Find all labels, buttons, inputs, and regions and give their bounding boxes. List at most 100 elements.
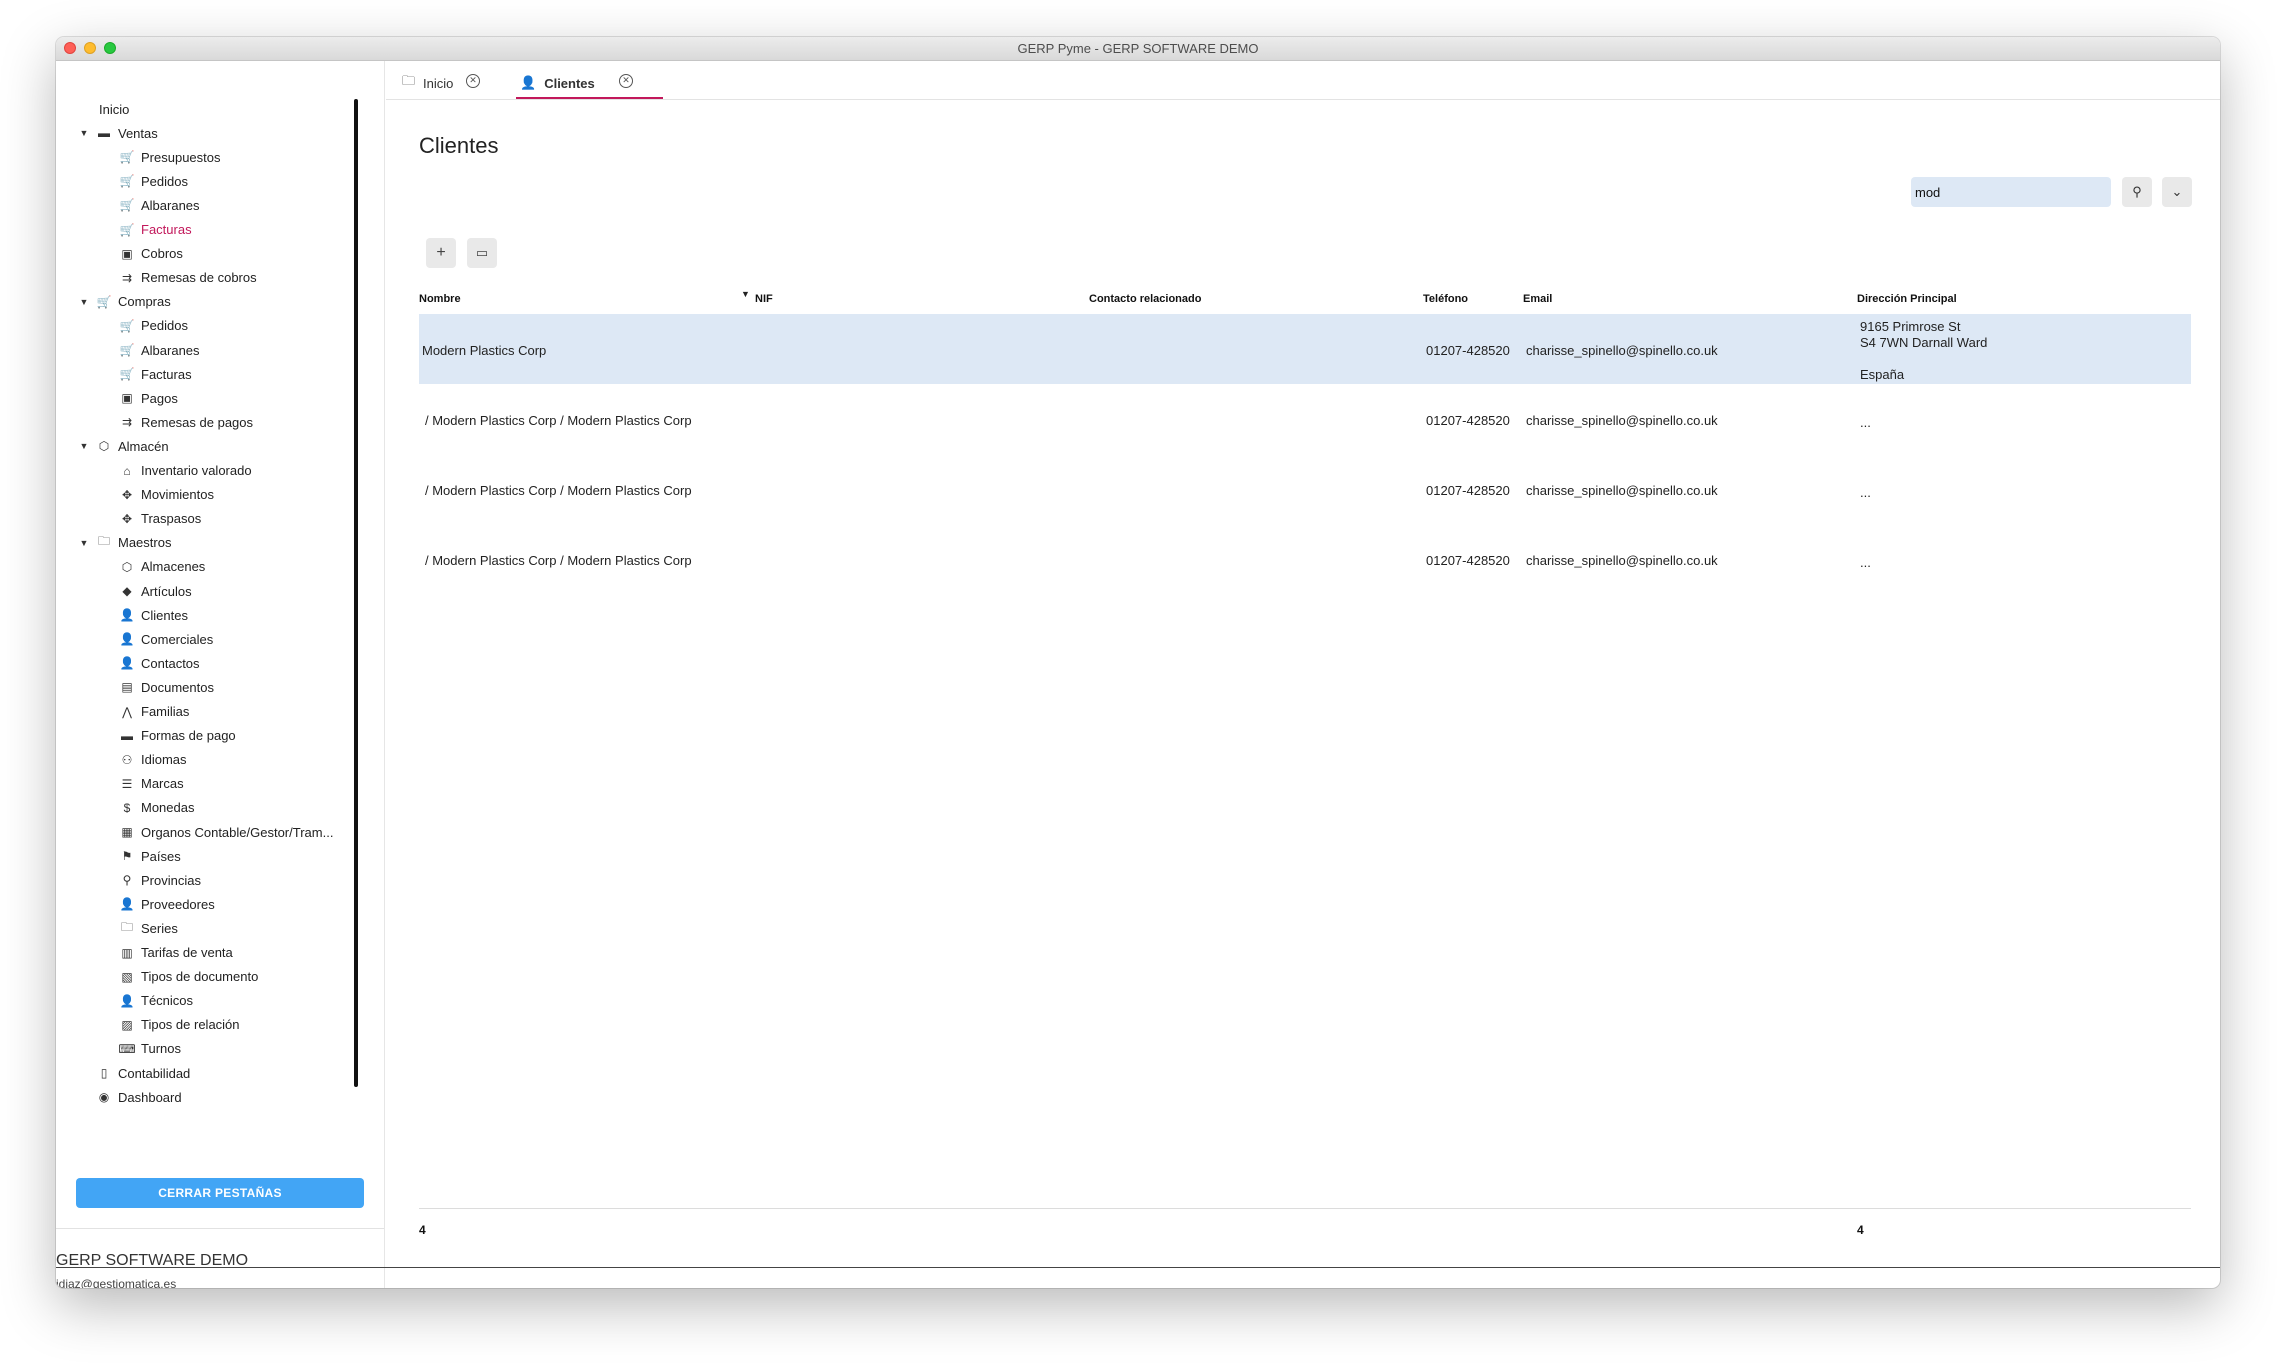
sidebar-item[interactable]: ✥ Traspasos: [119, 507, 201, 531]
sidebar-item[interactable]: 👤 Clientes: [119, 603, 188, 627]
chevron-down-icon[interactable]: ▼: [78, 441, 90, 451]
add-button[interactable]: +: [426, 238, 456, 268]
column-header-email[interactable]: Email: [1523, 293, 1552, 305]
plus-icon: +: [436, 244, 446, 261]
column-header-nif[interactable]: NIF: [755, 293, 773, 305]
person-icon: 👤: [119, 608, 135, 623]
sidebar-item[interactable]: 🛒 Facturas: [119, 218, 192, 242]
sidebar-item[interactable]: 🗀 Series: [119, 916, 178, 940]
cell-nombre: Modern Plastics Corp: [422, 343, 547, 358]
keyboard-icon: ⌨: [118, 1041, 136, 1056]
column-header-nombre[interactable]: Nombre: [419, 293, 461, 305]
sidebar-item[interactable]: ▦ Organos Contable/Gestor/Tram...: [119, 820, 333, 844]
sidebar-item[interactable]: ▥ Tarifas de venta: [119, 941, 233, 965]
sidebar-item[interactable]: ✥ Movimientos: [119, 483, 214, 507]
sidebar-item[interactable]: ☰ Marcas: [119, 772, 184, 796]
sidebar-item[interactable]: 👤 Proveedores: [119, 892, 215, 916]
chevron-down-icon[interactable]: ▼: [78, 128, 90, 138]
money-icon: ▣: [121, 391, 133, 406]
sidebar-item[interactable]: ▬ Formas de pago: [119, 724, 236, 748]
chevron-down-icon[interactable]: ▼: [78, 538, 90, 548]
sidebar-item[interactable]: 👤 Técnicos: [119, 989, 194, 1013]
column-header-direccion[interactable]: Dirección Principal: [1857, 293, 1957, 305]
id-card-icon: ▨: [121, 1017, 133, 1032]
search-button[interactable]: ⚲: [2122, 177, 2152, 207]
tab-clientes[interactable]: 👤 Clientes: [516, 69, 663, 99]
search-input[interactable]: [1911, 177, 2111, 207]
table-row[interactable]: Modern Plastics Corp 01207-428520 charisse…: [419, 314, 2191, 384]
sidebar-item[interactable]: ▼ 🗀 Maestros: [78, 531, 172, 555]
sidebar-item[interactable]: ▯ Contabilidad: [78, 1061, 191, 1085]
sidebar-item[interactable]: 🛒 Albaranes: [119, 338, 200, 362]
map-icon: ⚲: [122, 873, 132, 888]
sidebar-item[interactable]: ⚇ Idiomas: [119, 748, 187, 772]
family-icon: ⋀: [122, 704, 132, 719]
sidebar-item[interactable]: ▼ ⬡ Almacén: [78, 434, 169, 458]
sidebar-item-label: Albaranes: [141, 197, 200, 213]
sidebar-item[interactable]: 👤 Comerciales: [119, 627, 214, 651]
sidebar-item-label: Turnos: [141, 1041, 181, 1057]
sidebar-item[interactable]: 🛒 Facturas: [119, 362, 192, 386]
sidebar-item[interactable]: ▨ Tipos de relación: [119, 1013, 239, 1037]
sidebar-item[interactable]: ▤ Documentos: [119, 675, 214, 699]
page-title: Clientes: [419, 133, 499, 158]
address-line: España: [1860, 367, 1905, 382]
sidebar-scrollbar[interactable]: [354, 99, 358, 1087]
sidebar-item[interactable]: ▼ ▬ Ventas: [78, 121, 158, 145]
sidebar-item[interactable]: ▣ Pagos: [119, 386, 178, 410]
sidebar-item-label: Facturas: [141, 222, 192, 237]
sidebar-item-label: Clientes: [141, 607, 188, 623]
close-tab-inicio-icon[interactable]: ✕: [466, 74, 480, 88]
title-bar: GERP Pyme - GERP SOFTWARE DEMO: [56, 37, 2220, 61]
close-tab-clientes-icon[interactable]: ✕: [619, 74, 633, 88]
filter-dropdown-button[interactable]: ⌄: [2162, 177, 2192, 207]
sidebar-item[interactable]: Inicio: [99, 97, 129, 121]
sidebar-item[interactable]: ⇉ Remesas de pagos: [119, 410, 253, 434]
address-line: [1860, 351, 1987, 367]
sidebar-item[interactable]: ▣ Cobros: [119, 242, 183, 266]
sidebar-item[interactable]: ⚲ Provincias: [119, 868, 201, 892]
column-header-contacto[interactable]: Contacto relacionado: [1089, 293, 1201, 305]
sidebar-item[interactable]: 🛒 Pedidos: [119, 169, 188, 193]
cell-direccion: ...: [1860, 555, 1871, 571]
chevron-down-icon[interactable]: ▼: [78, 297, 90, 307]
table-row[interactable]: / Modern Plastics Corp / Modern Plastics…: [419, 384, 2191, 454]
tab-inicio[interactable]: 🗀 Inicio: [402, 69, 453, 97]
sort-descending-icon[interactable]: ▼: [741, 289, 750, 299]
sidebar-item[interactable]: ⋀ Familias: [119, 700, 189, 724]
sidebar-item[interactable]: ⌨ Turnos: [118, 1037, 181, 1061]
sidebar-item-label: Marcas: [141, 776, 184, 792]
sidebar-item[interactable]: $ Monedas: [119, 796, 195, 820]
sidebar-item-label: Comerciales: [141, 631, 214, 647]
calendar-button[interactable]: ▭: [467, 238, 497, 268]
cube-icon: ⬡: [98, 439, 110, 454]
sidebar-item[interactable]: ⌂ Inventario valorado: [119, 459, 251, 483]
chevron-down-icon: ⌄: [2171, 184, 2183, 199]
sidebar-item[interactable]: ▧ Tipos de documento: [119, 965, 258, 989]
cell-direccion: ...: [1860, 485, 1871, 501]
flag-icon: ⚑: [121, 849, 133, 864]
sidebar-item[interactable]: ◉ Dashboard: [78, 1085, 182, 1109]
close-tabs-button[interactable]: CERRAR PESTAÑAS: [76, 1178, 364, 1208]
sidebar-item[interactable]: ⚑ Países: [119, 844, 181, 868]
cart-icon: 🛒: [119, 222, 135, 237]
move-icon: ✥: [121, 487, 133, 502]
sidebar-item[interactable]: 👤 Contactos: [119, 651, 200, 675]
sidebar-item[interactable]: ▼ 🛒 Compras: [78, 290, 171, 314]
sidebar-item-label: Traspasos: [141, 511, 202, 527]
sidebar-item-label: Tipos de documento: [141, 969, 259, 985]
column-header-telefono[interactable]: Teléfono: [1423, 293, 1468, 305]
table-row[interactable]: / Modern Plastics Corp / Modern Plastics…: [419, 524, 2191, 594]
cell-direccion: ...: [1860, 415, 1871, 431]
sidebar-item[interactable]: ◆ Artículos: [119, 579, 191, 603]
sidebar-item[interactable]: 🛒 Pedidos: [119, 314, 188, 338]
sidebar-item[interactable]: ⇉ Remesas de cobros: [119, 266, 257, 290]
sidebar-item[interactable]: ⬡ Almacenes: [119, 555, 206, 579]
window-title: GERP Pyme - GERP SOFTWARE DEMO: [1017, 41, 1259, 56]
sidebar-item[interactable]: 🛒 Albaranes: [119, 193, 200, 217]
sidebar-item-label: Tarifas de venta: [141, 945, 233, 960]
language-icon: ⚇: [121, 752, 133, 767]
sidebar-item-label: Maestros: [118, 535, 172, 551]
sidebar-item[interactable]: 🛒 Presupuestos: [119, 145, 221, 169]
table-row[interactable]: / Modern Plastics Corp / Modern Plastics…: [419, 454, 2191, 524]
